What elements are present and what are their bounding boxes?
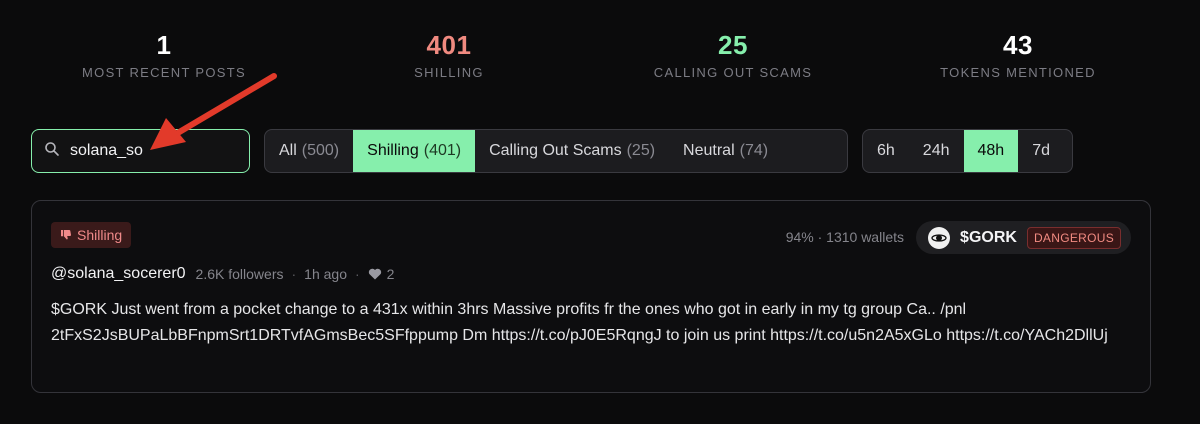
post-card[interactable]: Shilling 94% · 1310 wallets $GORK DANGER… xyxy=(31,200,1151,393)
filter-count: (74) xyxy=(739,142,769,159)
timeframe-7d[interactable]: 7d xyxy=(1018,130,1064,172)
token-logo-icon xyxy=(928,226,951,249)
post-meta: @solana_socerer0 2.6K followers · 1h ago… xyxy=(51,265,394,283)
stat-label: MOST RECENT POSTS xyxy=(82,65,246,80)
filter-count: (401) xyxy=(423,142,462,159)
stat-value: 401 xyxy=(426,30,472,60)
post-time: 1h ago xyxy=(304,266,347,282)
separator: · xyxy=(291,266,297,282)
stat-shilling: 401 SHILLING xyxy=(299,28,599,82)
like-count: 2 xyxy=(386,266,395,282)
category-filter: All (500) Shilling (401) Calling Out Scams… xyxy=(264,129,848,173)
timeframe-filter: 6h 24h 48h 7d xyxy=(862,129,1073,173)
stat-tokens-mentioned: 43 TOKENS MENTIONED xyxy=(868,28,1168,82)
filter-count: (25) xyxy=(626,142,656,159)
follower-count: 2.6K followers xyxy=(195,266,284,282)
stats-row: 1 MOST RECENT POSTS 401 SHILLING 25 CALL… xyxy=(0,28,1200,88)
timeframe-24h[interactable]: 24h xyxy=(909,130,964,172)
stat-most-recent-posts: 1 MOST RECENT POSTS xyxy=(14,28,314,82)
stat-value: 43 xyxy=(1003,30,1033,60)
separator: · xyxy=(354,266,360,282)
filter-label: Shilling xyxy=(367,142,419,159)
stat-label: SHILLING xyxy=(414,65,484,80)
risk-badge: DANGEROUS xyxy=(1026,226,1121,249)
dashboard: 1 MOST RECENT POSTS 401 SHILLING 25 CALL… xyxy=(0,0,1200,424)
wallet-stats: 94% · 1310 wallets xyxy=(785,229,904,245)
search-box[interactable] xyxy=(31,129,250,173)
filter-label: Neutral xyxy=(683,142,735,159)
thumbs-down-icon xyxy=(61,230,72,240)
stat-label: CALLING OUT SCAMS xyxy=(653,65,813,80)
filter-all[interactable]: All (500) xyxy=(265,130,353,172)
post-text: $GORK Just went from a pocket change to … xyxy=(51,301,1108,344)
stat-value: 25 xyxy=(718,30,748,60)
token-symbol: $GORK xyxy=(960,228,1017,246)
filter-neutral[interactable]: Neutral (74) xyxy=(669,130,782,172)
stat-label: TOKENS MENTIONED xyxy=(940,65,1096,80)
timeframe-48h[interactable]: 48h xyxy=(963,130,1019,172)
timeframe-6h[interactable]: 6h xyxy=(863,130,909,172)
heart-icon xyxy=(368,268,381,280)
stat-value: 1 xyxy=(156,30,172,60)
search-icon xyxy=(44,141,60,162)
token-chip[interactable]: $GORK DANGEROUS xyxy=(916,221,1131,254)
filter-label: All xyxy=(279,142,297,159)
filter-label: Calling Out Scams xyxy=(489,142,622,159)
stat-calling-out-scams: 25 CALLING OUT SCAMS xyxy=(583,28,883,82)
badge-label: Shilling xyxy=(77,227,123,243)
filter-count: (500) xyxy=(301,142,340,159)
author-handle[interactable]: @solana_socerer0 xyxy=(51,265,186,283)
filter-calling-out-scams[interactable]: Calling Out Scams (25) xyxy=(475,130,669,172)
status-badge: Shilling xyxy=(51,222,132,248)
search-input[interactable] xyxy=(70,142,230,160)
filter-shilling[interactable]: Shilling (401) xyxy=(353,130,476,172)
